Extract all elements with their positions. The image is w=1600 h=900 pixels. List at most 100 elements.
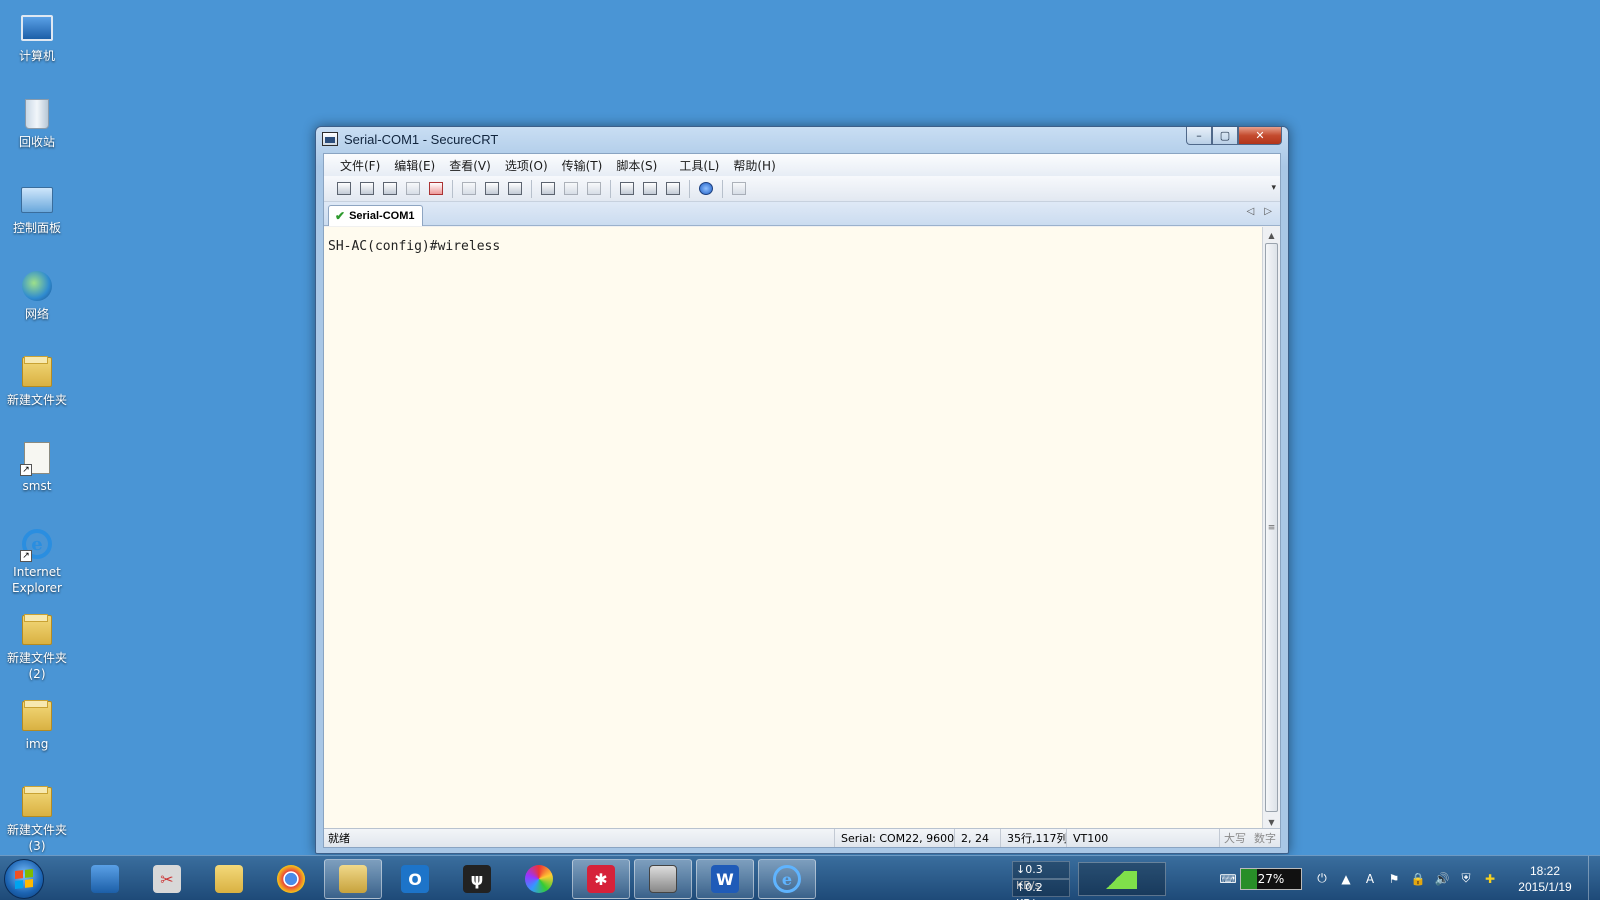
terminal-app-icon xyxy=(649,865,677,893)
taskbar-app-internet-explorer[interactable]: e xyxy=(758,859,816,899)
star-app-icon: ✱ xyxy=(587,865,615,893)
taskbar-app-file-manager[interactable] xyxy=(324,859,382,899)
battery-percent: 27% xyxy=(1257,871,1285,886)
taskbar-app-computer[interactable] xyxy=(76,859,134,899)
taskbar-app-securecrt[interactable] xyxy=(634,859,692,899)
folder-icon xyxy=(18,698,56,734)
menu-edit[interactable]: 编辑(E) xyxy=(388,157,441,174)
signal-bars-icon xyxy=(1093,870,1137,889)
clock-time: 18:22 xyxy=(1529,863,1561,878)
taskbar-app-outlook[interactable]: O xyxy=(386,859,444,899)
status-cursor-position: 2, 24 xyxy=(954,829,1000,847)
chrome-icon xyxy=(277,865,305,893)
desktop-icon-new-folder-2[interactable]: 新建文件夹 (2) xyxy=(0,606,74,692)
close-button[interactable]: ✕ xyxy=(1238,127,1282,145)
security-plus-icon[interactable]: ✚ xyxy=(1482,871,1498,887)
toolbar-overflow-icon[interactable]: ▾ xyxy=(1271,183,1276,193)
menu-bar: 文件(F) 编辑(E) 查看(V) 选项(O) 传输(T) 脚本(S) 工具(L… xyxy=(324,154,1280,176)
taskbar-app-snipping-tool[interactable]: ✂ xyxy=(138,859,196,899)
media-disc-icon xyxy=(525,865,553,893)
taskbar-app-word[interactable]: W xyxy=(696,859,754,899)
tab-navigation: ◁ ▷ xyxy=(1247,206,1272,217)
menu-options[interactable]: 选项(O) xyxy=(499,157,554,174)
status-terminal-size: 35行,117列 xyxy=(1000,829,1068,847)
tab-serial-com1[interactable]: ✔ Serial-COM1 xyxy=(328,205,424,226)
desktop-icon-label: 计算机 xyxy=(18,49,55,63)
system-clock[interactable]: 18:22 2015/1/19 xyxy=(1502,863,1588,895)
desktop-icon-internet-explorer[interactable]: e ↗ Internet Explorer xyxy=(0,520,74,606)
find-icon[interactable] xyxy=(505,179,525,199)
folder-icon xyxy=(18,784,56,820)
session-options-icon[interactable] xyxy=(617,179,637,199)
help-icon[interactable] xyxy=(696,179,716,199)
taskbar-app-media[interactable] xyxy=(510,859,568,899)
tab-bar: ✔ Serial-COM1 ◁ ▷ xyxy=(324,202,1280,226)
print-icon[interactable] xyxy=(584,179,604,199)
securecrt-app-icon[interactable] xyxy=(322,132,338,146)
paste-icon[interactable] xyxy=(482,179,502,199)
taskbar-app-red[interactable]: ✱ xyxy=(572,859,630,899)
menu-help[interactable]: 帮助(H) xyxy=(727,157,781,174)
desktop-icon-img[interactable]: img xyxy=(0,692,74,772)
connect-in-tab-icon[interactable] xyxy=(380,179,400,199)
tab-next-icon[interactable]: ▷ xyxy=(1264,206,1272,217)
copy-icon[interactable] xyxy=(459,179,479,199)
minimize-button[interactable]: – xyxy=(1186,127,1212,145)
menu-file[interactable]: 文件(F) xyxy=(334,157,386,174)
wifi-signal-widget[interactable] xyxy=(1078,861,1166,896)
desktop-icon-smst[interactable]: ↗ smst xyxy=(0,434,74,514)
vertical-scrollbar[interactable]: ▲ ≡ ▼ xyxy=(1262,227,1280,830)
keyboard-icon[interactable] xyxy=(729,179,749,199)
title-bar[interactable]: Serial-COM1 - SecureCRT – ▢ ✕ xyxy=(316,127,1288,151)
power-plug-icon[interactable]: ⏻ xyxy=(1314,871,1330,887)
volume-icon[interactable]: 🔊 xyxy=(1434,871,1450,887)
disconnect-icon[interactable] xyxy=(426,179,446,199)
status-ready: 就绪 xyxy=(328,832,350,845)
taskbar: ✂ O ψ ✱ W e ↓0.3 KB/s ↑0.2 KB/s ⌨ 27% ⏻ … xyxy=(0,855,1600,900)
menu-view[interactable]: 查看(V) xyxy=(443,157,497,174)
lock-tray-icon[interactable]: 🔒 xyxy=(1410,871,1426,887)
maximize-button[interactable]: ▢ xyxy=(1212,127,1238,145)
taskbar-app-chrome[interactable] xyxy=(262,859,320,899)
computer-icon xyxy=(18,10,56,46)
desktop-icon-network[interactable]: 网络 xyxy=(0,262,74,342)
tab-prev-icon[interactable]: ◁ xyxy=(1247,206,1255,217)
quick-connect-icon[interactable] xyxy=(357,179,377,199)
battery-indicator[interactable]: 27% xyxy=(1240,867,1302,890)
scroll-thumb[interactable]: ≡ xyxy=(1265,243,1278,812)
taskbar-app-tool[interactable]: ψ xyxy=(448,859,506,899)
menu-transfer[interactable]: 传输(T) xyxy=(556,157,609,174)
input-method-icon[interactable]: A xyxy=(1362,871,1378,887)
desktop-icon-control-panel[interactable]: 控制面板 xyxy=(0,176,74,256)
system-tray: ↓0.3 KB/s ↑0.2 KB/s ⌨ 27% ⏻ ▲ A ⚑ 🔒 🔊 ⛨ … xyxy=(1012,856,1600,900)
status-serial-port: Serial: COM22, 9600 xyxy=(834,829,954,847)
ie-icon: e xyxy=(773,865,801,893)
desktop-icon-recycle-bin[interactable]: 回收站 xyxy=(0,90,74,170)
menu-tools[interactable]: 工具(L) xyxy=(673,157,725,174)
flag-tray-icon[interactable]: ⚑ xyxy=(1386,871,1402,887)
menu-script[interactable]: 脚本(S) xyxy=(610,157,663,174)
desktop-icon-label: 新建文件夹 (2) xyxy=(6,651,67,681)
desktop-icon-new-folder[interactable]: 新建文件夹 xyxy=(0,348,74,428)
print-selection-icon[interactable] xyxy=(561,179,581,199)
desktop-icon-computer[interactable]: 计算机 xyxy=(0,4,74,84)
taskbar-app-explorer[interactable] xyxy=(200,859,258,899)
print-screen-icon[interactable] xyxy=(538,179,558,199)
file-cabinet-icon xyxy=(339,865,367,893)
scroll-up-icon[interactable]: ▲ xyxy=(1263,227,1280,243)
plug-icon: ψ xyxy=(463,865,491,893)
terminal-area[interactable]: SH-AC(config)#wireless xyxy=(324,227,1264,830)
network-speed-meter[interactable]: ↓0.3 KB/s ↑0.2 KB/s xyxy=(1012,860,1070,900)
show-desktop-button[interactable] xyxy=(1588,856,1600,900)
keyboard-tray-icon[interactable]: ⌨ xyxy=(1219,871,1236,887)
connect-icon[interactable] xyxy=(334,179,354,199)
start-button[interactable] xyxy=(4,859,44,899)
reconnect-icon[interactable] xyxy=(403,179,423,199)
global-options-icon[interactable] xyxy=(640,179,660,199)
keymap-icon[interactable] xyxy=(663,179,683,199)
status-bar: 就绪 Serial: COM22, 9600 2, 24 35行,117列 VT… xyxy=(324,828,1280,847)
control-panel-icon xyxy=(18,182,56,218)
show-hidden-icons-icon[interactable]: ▲ xyxy=(1338,871,1354,887)
desktop-icon-new-folder-3[interactable]: 新建文件夹 (3) xyxy=(0,778,74,856)
shield-icon[interactable]: ⛨ xyxy=(1458,871,1474,887)
